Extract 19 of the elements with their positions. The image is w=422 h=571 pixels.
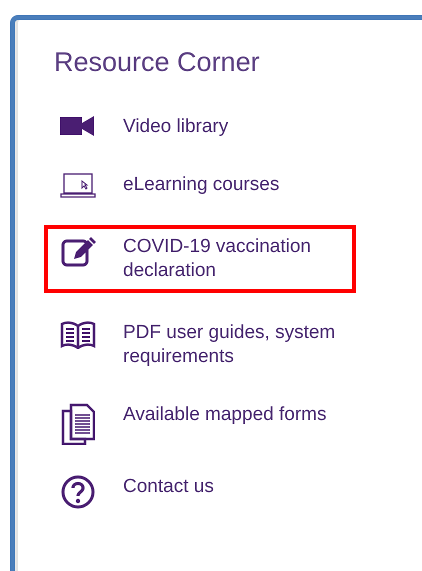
resource-link[interactable]: PDF user guides, system requirements: [44, 311, 356, 380]
link-label: PDF user guides, system requirements: [123, 321, 336, 370]
documents-icon: [61, 403, 95, 446]
link-label: eLearning courses: [123, 173, 280, 198]
resource-link[interactable]: COVID-19 vaccination declaration: [44, 225, 356, 294]
resource-link[interactable]: Video library: [44, 105, 356, 150]
question-circle-icon: [61, 475, 95, 510]
pencil-square-icon: [60, 235, 96, 270]
resource-link[interactable]: Contact us: [44, 465, 356, 520]
link-label: Contact us: [123, 475, 214, 500]
laptop-icon: [60, 173, 96, 200]
panel-title: Resource Corner: [54, 46, 261, 78]
link-label: Available mapped forms: [123, 403, 326, 428]
video-camera-icon: [60, 115, 96, 138]
resource-link[interactable]: Available mapped forms: [44, 393, 356, 456]
link-label: COVID-19 vaccination declaration: [123, 235, 312, 284]
resource-link[interactable]: eLearning courses: [44, 163, 356, 210]
link-label: Video library: [123, 115, 228, 140]
open-book-icon: [60, 321, 96, 350]
